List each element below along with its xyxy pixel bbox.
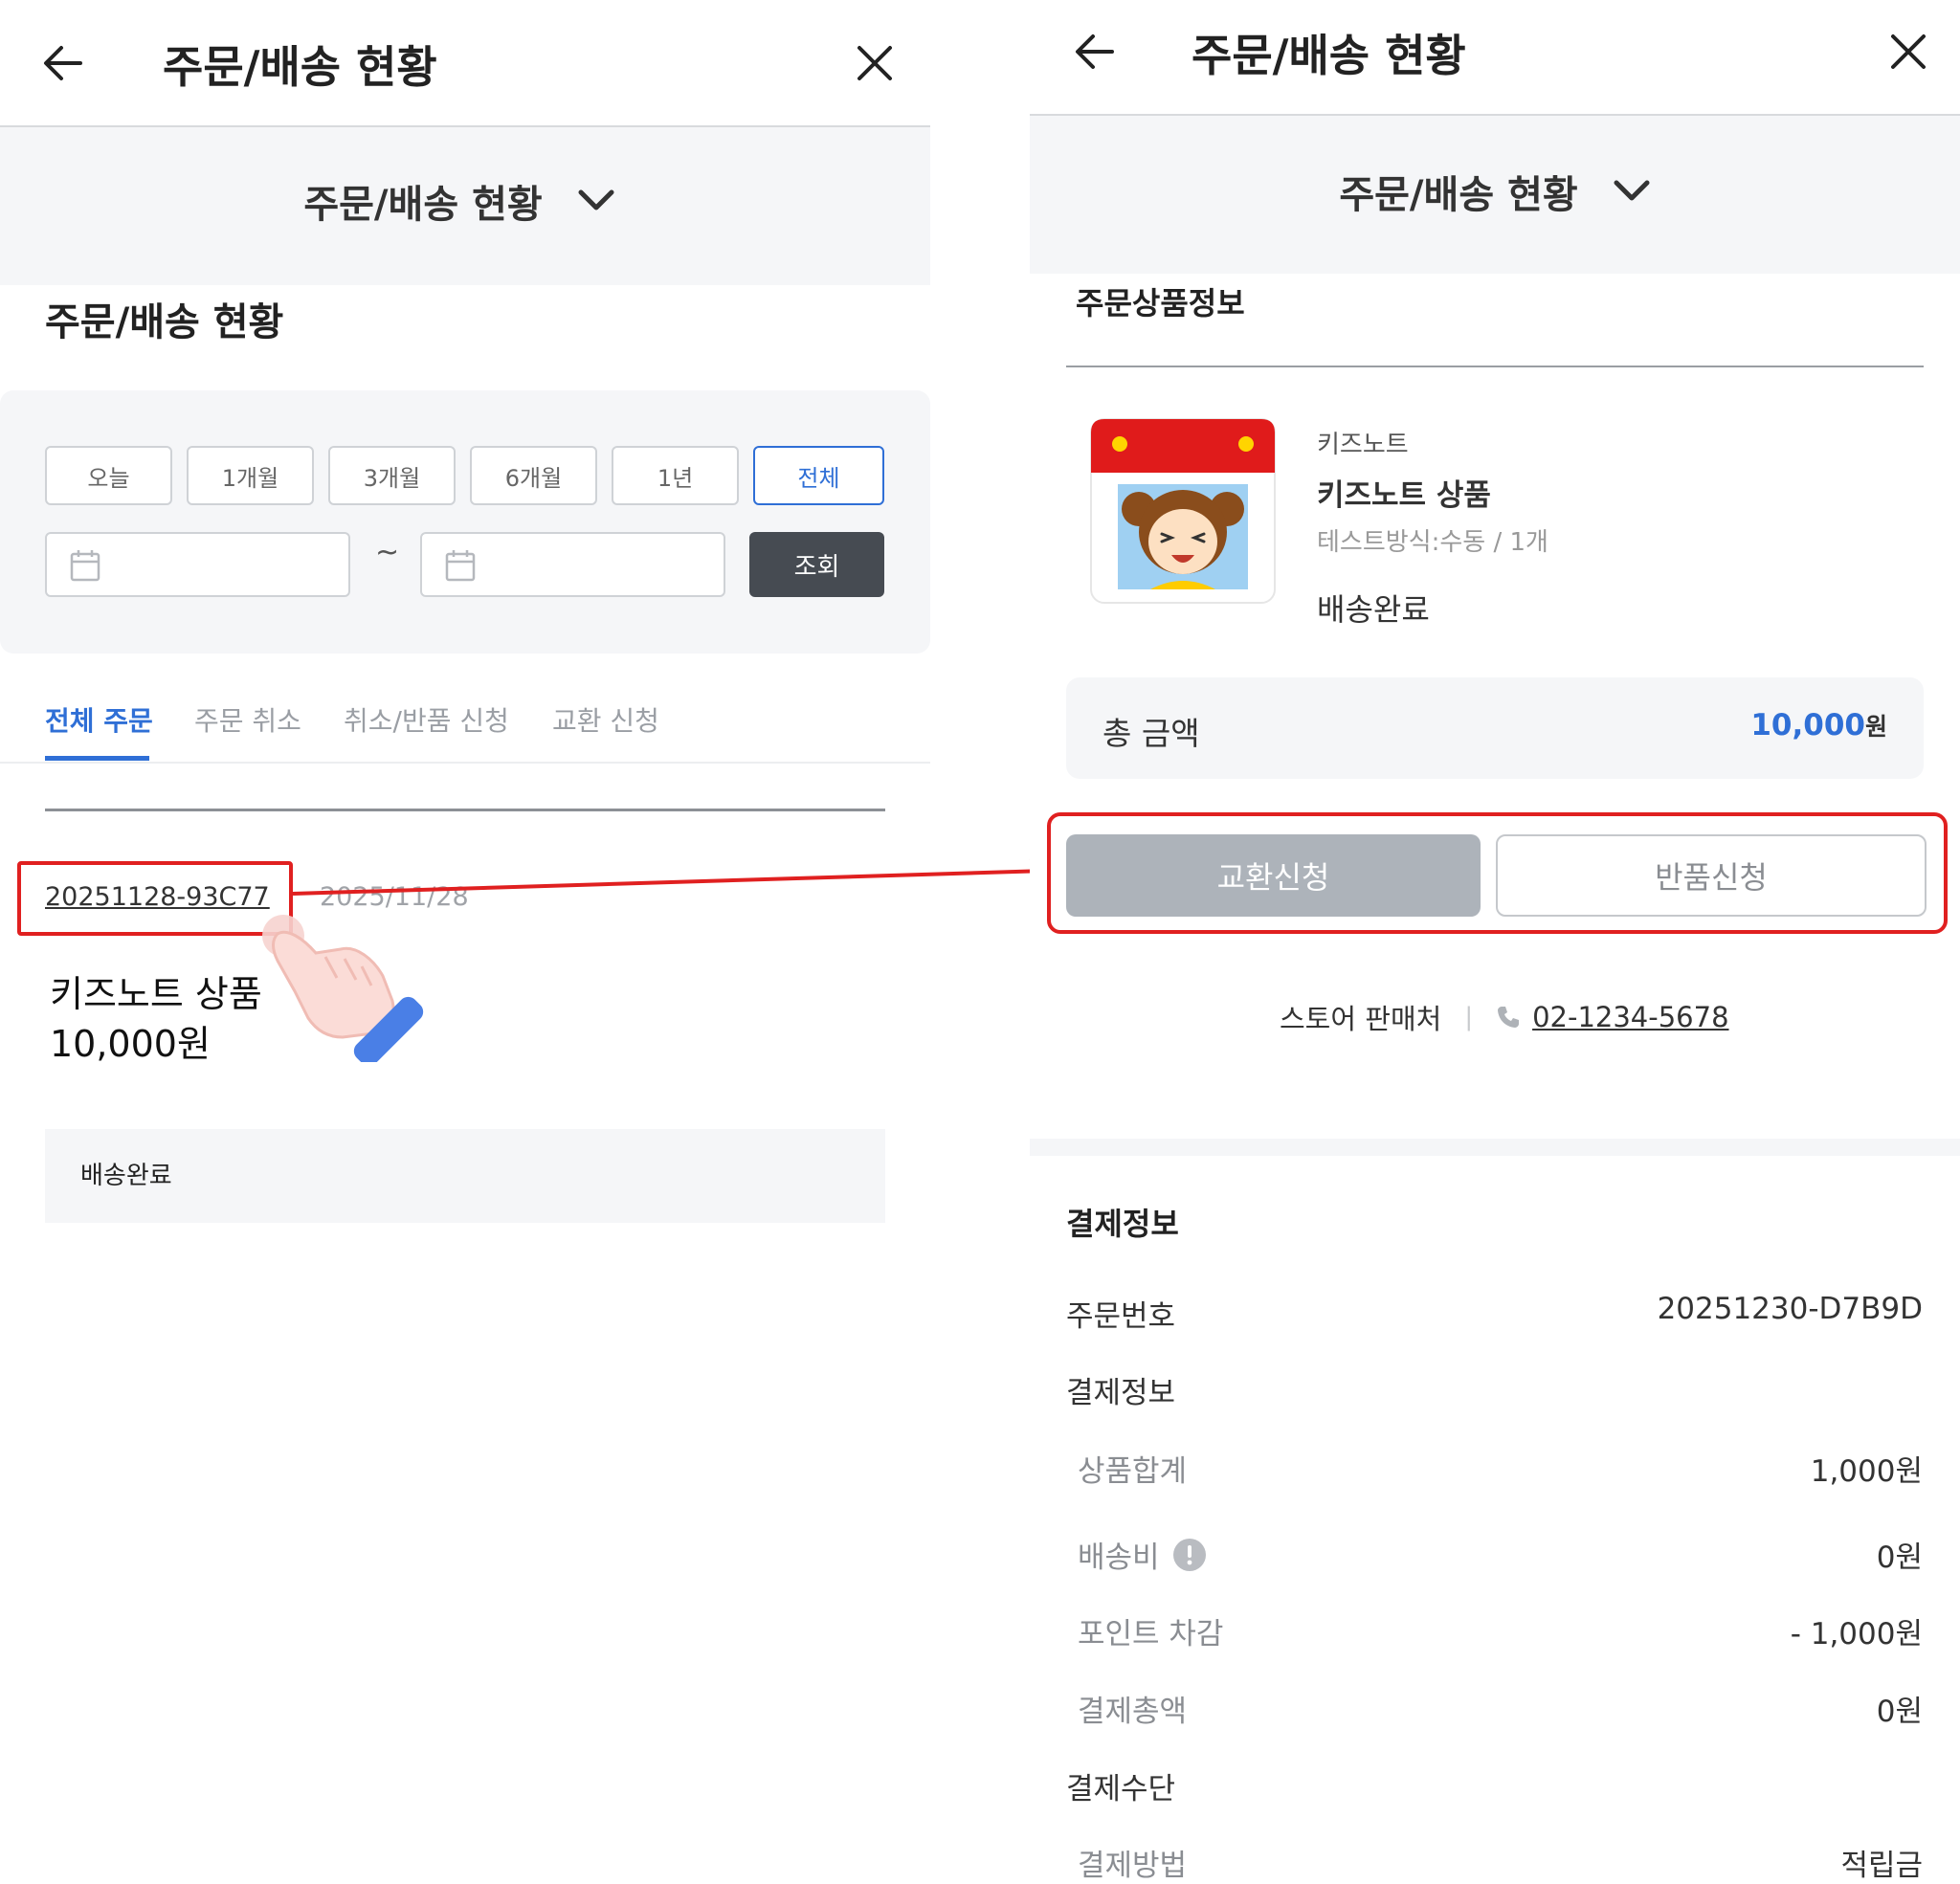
right-screen: 주문/배송 현황 주문/배송 현황 주문상품정보 키즈노트 키즈노트 상품 테스… bbox=[1030, 0, 1960, 1883]
payment-section-title: 결제정보 bbox=[1066, 1206, 1179, 1242]
tab-cancel-return-request[interactable]: 취소/반품 신청 bbox=[344, 700, 509, 739]
back-arrow-icon[interactable] bbox=[42, 42, 84, 84]
point-deduction-label: 포인트 차감 bbox=[1078, 1617, 1224, 1651]
order-number-value: 20251230-D7B9D bbox=[1657, 1292, 1923, 1326]
tab-order-cancel[interactable]: 주문 취소 bbox=[194, 700, 301, 739]
period-button-all[interactable]: 전체 bbox=[753, 446, 884, 505]
active-tab-indicator bbox=[45, 756, 149, 761]
product-section-title: 주문상품정보 bbox=[1076, 285, 1245, 321]
product-thumbnail bbox=[1090, 418, 1276, 604]
period-button-today[interactable]: 오늘 bbox=[45, 446, 172, 505]
order-number-label: 주문번호 bbox=[1066, 1299, 1176, 1334]
seller-phone-link[interactable]: 02-1234-5678 bbox=[1532, 1001, 1728, 1033]
product-name: 키즈노트 상품 bbox=[1317, 478, 1491, 513]
header-title: 주문/배송 현황 bbox=[1192, 30, 1466, 81]
shipping-fee-value: 0원 bbox=[1876, 1540, 1923, 1575]
total-amount-unit: 원 bbox=[1864, 713, 1887, 741]
point-deduction-value: - 1,000원 bbox=[1790, 1617, 1923, 1651]
total-amount-value: 10,000 bbox=[1750, 708, 1865, 743]
total-amount-label: 총 금액 bbox=[1102, 715, 1200, 752]
tabs-divider bbox=[0, 762, 930, 764]
tab-all-orders[interactable]: 전체 주문 bbox=[45, 700, 153, 739]
page-title: 주문/배송 현황 bbox=[45, 300, 284, 344]
subtotal-label: 상품합계 bbox=[1078, 1454, 1188, 1489]
seller-contact: 스토어 판매처 | 02-1234-5678 bbox=[1280, 997, 1729, 1037]
close-icon[interactable] bbox=[854, 42, 896, 84]
filter-box bbox=[0, 390, 930, 654]
payment-info-label: 결제정보 bbox=[1066, 1376, 1176, 1410]
period-button-1year[interactable]: 1년 bbox=[612, 446, 739, 505]
close-icon[interactable] bbox=[1887, 31, 1929, 73]
period-button-1month[interactable]: 1개월 bbox=[187, 446, 314, 505]
section-gap bbox=[1030, 1139, 1960, 1156]
info-icon[interactable] bbox=[1171, 1537, 1208, 1573]
product-status: 배송완료 bbox=[1317, 591, 1430, 628]
left-screen: 주문/배송 현황 주문/배송 현황 주문/배송 현황 오늘 1개월 3개월 6개… bbox=[0, 0, 930, 1881]
section-dropdown[interactable]: 주문/배송 현황 bbox=[287, 172, 632, 230]
shipping-fee-label: 배송비 bbox=[1078, 1540, 1160, 1575]
product-option: 테스트방식:수동 / 1개 bbox=[1317, 528, 1548, 557]
phone-icon bbox=[1498, 1007, 1520, 1028]
pointing-hand-icon bbox=[262, 915, 424, 1062]
date-range-separator: ~ bbox=[375, 536, 400, 569]
period-button-3months[interactable]: 3개월 bbox=[328, 446, 456, 505]
chevron-down-icon bbox=[1614, 180, 1650, 201]
calendar-icon bbox=[445, 550, 476, 582]
header-title: 주문/배송 현황 bbox=[163, 41, 437, 93]
seller-label: 스토어 판매처 bbox=[1280, 1003, 1442, 1035]
start-date-field[interactable] bbox=[45, 532, 350, 597]
payment-total-label: 결제총액 bbox=[1078, 1695, 1188, 1729]
section-dropdown-label: 주문/배송 현황 bbox=[303, 183, 543, 227]
action-buttons-highlight bbox=[1047, 812, 1948, 934]
calendar-icon bbox=[70, 550, 100, 582]
payment-method-value: 적립금 bbox=[1840, 1849, 1923, 1883]
period-button-6months[interactable]: 6개월 bbox=[470, 446, 597, 505]
seller-divider: | bbox=[1464, 1003, 1474, 1031]
payment-method-section-label: 결제수단 bbox=[1066, 1772, 1176, 1806]
section-dropdown[interactable]: 주문/배송 현황 bbox=[1317, 163, 1673, 220]
tab-exchange-request[interactable]: 교환 신청 bbox=[552, 700, 659, 739]
product-brand: 키즈노트 bbox=[1317, 431, 1409, 459]
section-dropdown-label: 주문/배송 현황 bbox=[1339, 173, 1578, 217]
payment-method-label: 결제방법 bbox=[1078, 1849, 1188, 1883]
chevron-down-icon bbox=[578, 189, 614, 211]
product-section-divider bbox=[1066, 366, 1924, 367]
back-arrow-icon[interactable] bbox=[1074, 31, 1116, 73]
end-date-field[interactable] bbox=[420, 532, 725, 597]
order-status: 배송완료 bbox=[80, 1162, 172, 1190]
order-price: 10,000원 bbox=[50, 1023, 211, 1065]
payment-total-value: 0원 bbox=[1876, 1695, 1923, 1729]
list-divider bbox=[45, 809, 885, 811]
annotation-arrow bbox=[292, 857, 1053, 896]
search-button[interactable]: 조회 bbox=[749, 532, 884, 597]
order-product-name: 키즈노트 상품 bbox=[50, 973, 262, 1015]
shipping-fee-row: 배송비 bbox=[1078, 1533, 1208, 1576]
total-amount: 10,000 원 bbox=[1750, 708, 1887, 743]
subtotal-value: 1,000원 bbox=[1810, 1454, 1923, 1489]
